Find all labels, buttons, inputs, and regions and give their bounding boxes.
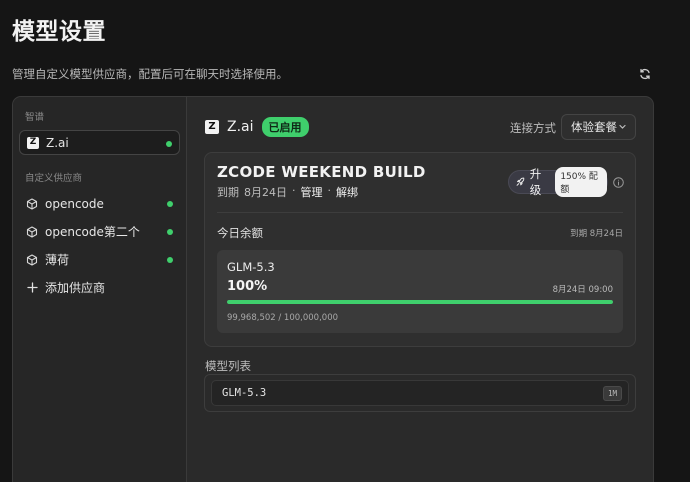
plan-title: ZCODE WEEKEND BUILD [217,163,426,181]
section-official-label: 智谱 [25,112,45,123]
status-dot [167,201,173,207]
unbind-link[interactable]: 解绑 [336,184,358,200]
usage-reset-time: 8月24日 09:00 [552,285,613,295]
expire-date: 8月24日 [244,186,287,199]
plus-icon [26,282,38,294]
provider-detail: Z Z.ai 已启用 连接方式 体验套餐 ZCODE WEEKEND BUILD… [188,97,653,482]
section-custom-label: 自定义供应商 [25,173,83,184]
sidebar-item-label: opencode [45,196,104,211]
sidebar-item-label: Z.ai [46,135,69,150]
rocket-icon [516,177,525,186]
context-tag: 1M [602,386,622,401]
status-dot [166,141,172,147]
plan-subtitle: 到期 8月24日 · 管理 · 解绑 [217,184,358,200]
today-expire: 到期 8月24日 [570,229,623,239]
upgrade-button[interactable]: 升级 150% 配额 [508,167,608,197]
connection-label: 连接方式 [510,121,556,135]
settings-panel: 智谱 Z Z.ai 自定义供应商 opencode opencode第二个 薄荷… [12,96,654,482]
usage-percent: 100% [227,279,268,294]
model-name: GLM-5.3 [222,387,267,399]
connection-select[interactable]: 体验套餐 [561,114,636,140]
status-dot [167,257,173,263]
provider-sidebar: 智谱 Z Z.ai 自定义供应商 opencode opencode第二个 薄荷… [13,97,187,482]
divider [217,212,623,213]
sidebar-item-zai[interactable]: Z Z.ai [19,130,180,155]
today-balance-label: 今日余额 [217,226,263,240]
sidebar-item-label: opencode第二个 [45,225,140,239]
zai-logo-icon: Z [205,120,219,134]
usage-progress-fill [227,300,613,304]
status-badge: 已启用 [261,117,309,137]
page-title: 模型设置 [12,19,106,45]
manage-link[interactable]: 管理 [301,184,323,200]
cube-icon [26,253,38,266]
provider-name: Z.ai [227,119,254,135]
sidebar-item-opencode[interactable]: opencode [19,191,180,216]
cube-icon [26,225,38,238]
status-dot [167,229,173,235]
usage-progress-bar [227,300,613,304]
separator: · [327,184,332,197]
sidebar-item-label: 薄荷 [45,253,70,267]
model-list-item[interactable]: GLM-5.3 1M [211,380,629,406]
usage-count: 99,968,502 / 100,000,000 [227,313,339,323]
model-list: GLM-5.3 1M [204,374,636,412]
models-label: 模型列表 [205,359,251,373]
separator: · [292,184,296,197]
add-provider-label: 添加供应商 [45,281,106,295]
connection-value: 体验套餐 [571,120,617,134]
quota-pill: 150% 配额 [555,167,607,197]
usage-model-name: GLM-5.3 [227,260,275,274]
refresh-button[interactable] [636,65,654,83]
zai-logo-icon: Z [27,136,39,149]
sidebar-item-opencode-2[interactable]: opencode第二个 [19,219,180,244]
plan-card: ZCODE WEEKEND BUILD 到期 8月24日 · 管理 · 解绑 升… [204,152,636,347]
provider-header: Z Z.ai 已启用 [205,117,309,137]
usage-card: GLM-5.3 100% 8月24日 09:00 99,968,502 / 10… [217,250,623,333]
cube-icon [26,197,38,210]
info-icon[interactable] [613,177,624,188]
expire-prefix: 到期 [217,186,239,199]
add-provider-button[interactable]: 添加供应商 [19,275,180,300]
page-description: 管理自定义模型供应商，配置后可在聊天时选择使用。 [12,67,288,81]
chevron-down-icon [619,124,626,129]
refresh-icon [640,68,650,80]
sidebar-item-bohe[interactable]: 薄荷 [19,247,180,272]
upgrade-label: 升级 [529,167,542,197]
